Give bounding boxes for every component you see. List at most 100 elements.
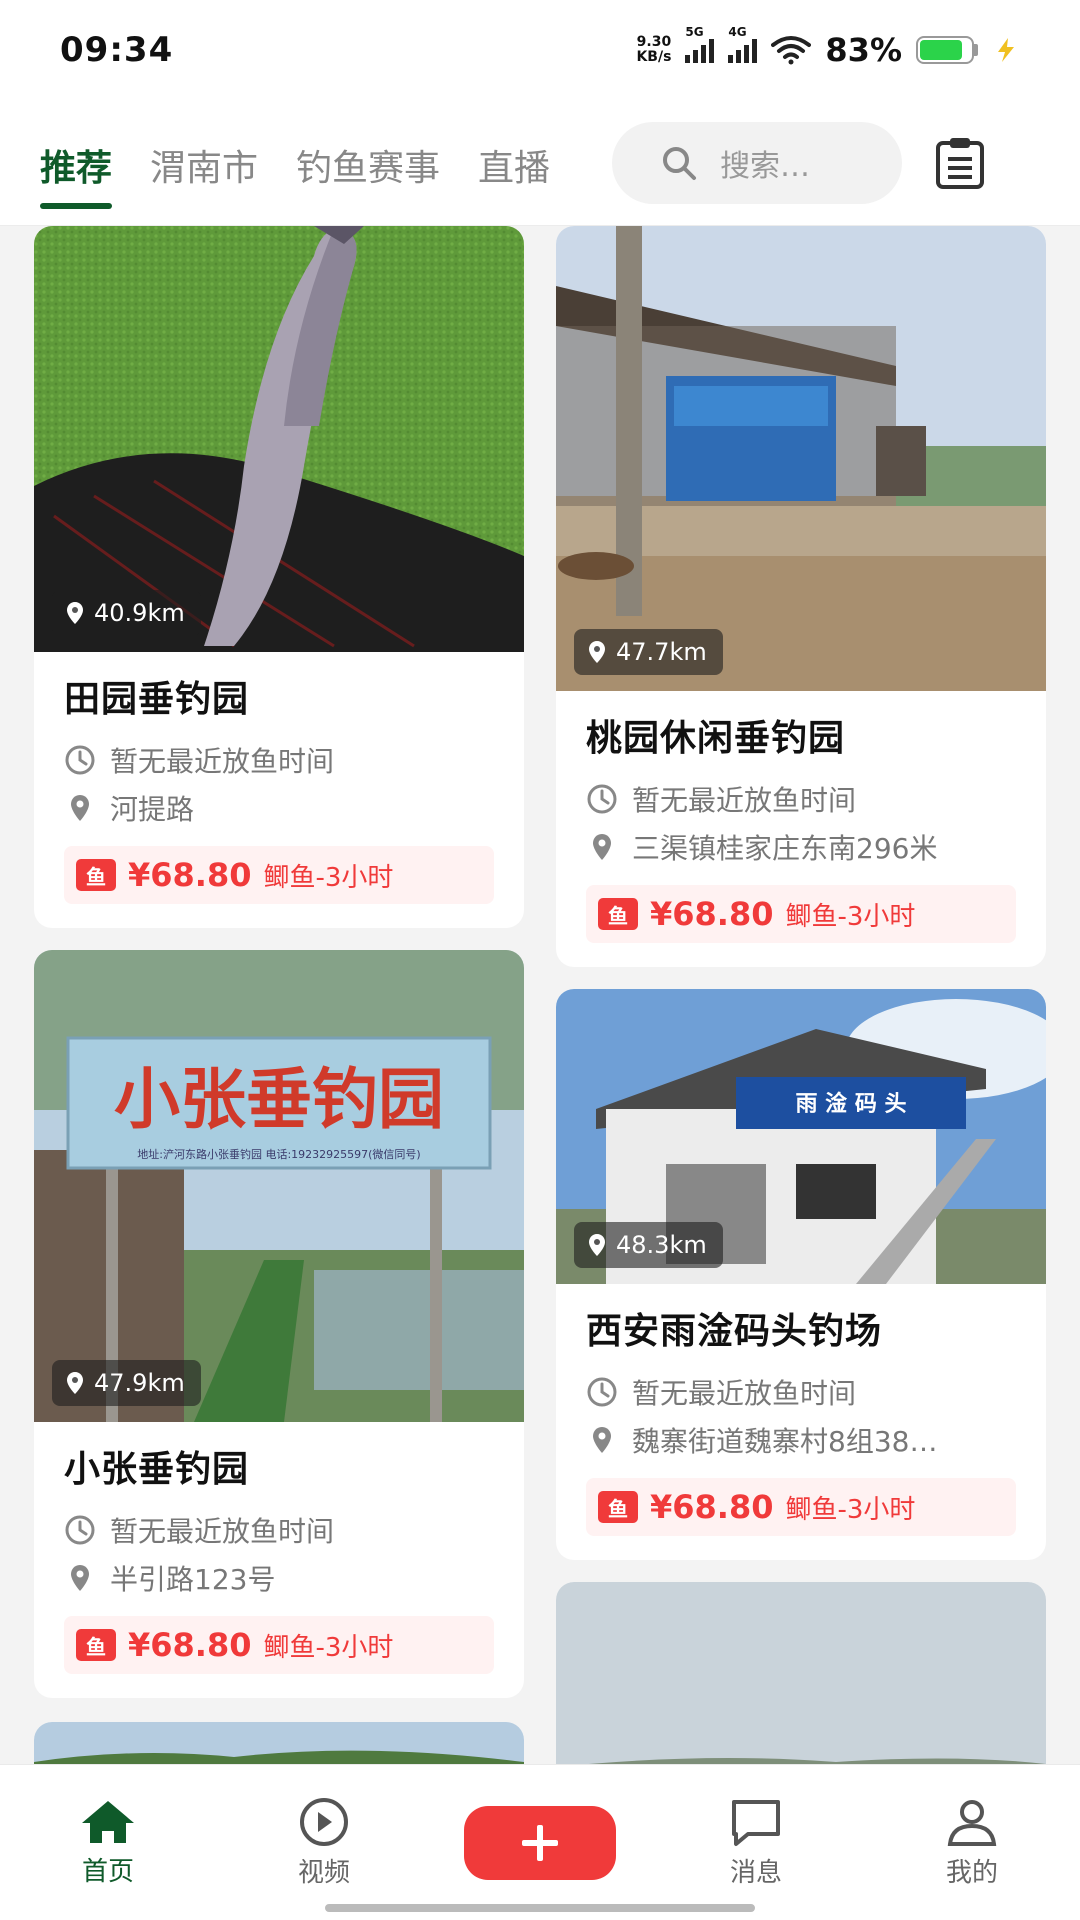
search-placeholder: 搜索… bbox=[720, 148, 811, 184]
tab-live[interactable]: 直播 bbox=[478, 100, 550, 225]
release-time-row: 暂无最近放鱼时间 bbox=[64, 1506, 494, 1554]
location-pin-icon bbox=[71, 795, 89, 821]
spot-name: 田园垂钓园 bbox=[64, 679, 250, 720]
battery-percent: 83% bbox=[825, 31, 902, 69]
network-speed-unit: KB/s bbox=[636, 49, 672, 65]
search-icon bbox=[663, 146, 697, 180]
location-pin-icon bbox=[71, 1565, 89, 1591]
user-icon bbox=[947, 1800, 997, 1846]
network-speed: 9.30 KB/s bbox=[636, 35, 671, 65]
price-row: 鱼 ¥68.80 鲫鱼-3小时 bbox=[586, 885, 1016, 943]
release-time-text: 暂无最近放鱼时间 bbox=[632, 784, 857, 817]
spot-card[interactable]: 40.9km 田园垂钓园 暂无最近放鱼时间 河提路 鱼 ¥68.80 鲫鱼-3小… bbox=[34, 226, 524, 928]
release-time-text: 暂无最近放鱼时间 bbox=[632, 1377, 857, 1410]
fish-tag: 鱼 bbox=[598, 898, 638, 930]
distance-text: 47.7km bbox=[616, 638, 707, 666]
bottom-nav: 首页 视频 消息 我的 bbox=[0, 1764, 1080, 1920]
price-amount: ¥68.80 bbox=[128, 856, 252, 894]
price-row: 鱼 ¥68.80 鲫鱼-3小时 bbox=[64, 846, 494, 904]
nav-add bbox=[432, 1805, 648, 1880]
distance-text: 40.9km bbox=[94, 599, 185, 627]
address-row: 魏寨街道魏寨村8组38… bbox=[586, 1416, 1016, 1464]
battery-icon bbox=[916, 36, 978, 64]
address-text: 三渠镇桂家庄东南296米 bbox=[632, 832, 938, 865]
clock-icon bbox=[587, 784, 617, 814]
nav-video[interactable]: 视频 bbox=[216, 1796, 432, 1889]
spot-photo: 47.7km bbox=[556, 226, 1046, 691]
play-icon bbox=[300, 1798, 348, 1846]
add-button[interactable] bbox=[464, 1805, 616, 1880]
spot-card[interactable]: 小张垂钓园 地址:浐河东路小张垂钓园 电话:19232925597(微信同号) … bbox=[34, 950, 524, 1698]
spot-card[interactable]: 47.7km 桃园休闲垂钓园 暂无最近放鱼时间 三渠镇桂家庄东南296米 鱼 ¥… bbox=[556, 226, 1046, 967]
plus-icon bbox=[522, 1824, 558, 1861]
address-row: 半引路123号 bbox=[64, 1554, 494, 1602]
spot-photo bbox=[34, 1722, 524, 1764]
fish-tag: 鱼 bbox=[598, 1491, 638, 1523]
address-row: 河提路 bbox=[64, 784, 494, 832]
clock-icon bbox=[65, 745, 95, 775]
spot-card-partial[interactable] bbox=[556, 1582, 1046, 1764]
price-desc: 鲫鱼-3小时 bbox=[785, 901, 916, 932]
location-pin-icon bbox=[67, 1372, 83, 1394]
home-indicator bbox=[325, 1904, 755, 1912]
address-text: 魏寨街道魏寨村8组38… bbox=[632, 1425, 938, 1458]
tab-fishing-events[interactable]: 钓鱼赛事 bbox=[296, 100, 440, 225]
location-pin-icon bbox=[593, 834, 611, 860]
release-time-text: 暂无最近放鱼时间 bbox=[110, 745, 335, 778]
price-amount: ¥68.80 bbox=[650, 1488, 774, 1526]
spot-photo bbox=[556, 1582, 1046, 1764]
nav-home-label: 首页 bbox=[81, 1857, 134, 1887]
price-desc: 鲫鱼-3小时 bbox=[263, 1632, 394, 1663]
tab-weinan[interactable]: 渭南市 bbox=[150, 100, 258, 225]
distance-badge: 48.3km bbox=[574, 1222, 723, 1268]
release-time-text: 暂无最近放鱼时间 bbox=[110, 1515, 335, 1548]
price-desc: 鲫鱼-3小时 bbox=[263, 862, 394, 893]
distance-badge: 40.9km bbox=[52, 590, 201, 636]
category-tabs: 推荐 渭南市 钓鱼赛事 直播 bbox=[40, 100, 588, 225]
price-row: 鱼 ¥68.80 鲫鱼-3小时 bbox=[64, 1616, 494, 1674]
spot-feed: 40.9km 田园垂钓园 暂无最近放鱼时间 河提路 鱼 ¥68.80 鲫鱼-3小… bbox=[0, 226, 1080, 1764]
location-pin-icon bbox=[589, 641, 605, 663]
nav-profile-label: 我的 bbox=[945, 1858, 998, 1888]
nav-video-label: 视频 bbox=[297, 1858, 350, 1888]
status-time: 09:34 bbox=[60, 30, 174, 70]
message-icon bbox=[732, 1800, 780, 1846]
app-root: 09:34 9.30 KB/s 5G 4G 83% 推荐 渭南市 钓鱼赛事 直播… bbox=[0, 0, 1080, 1920]
distance-text: 47.9km bbox=[94, 1369, 185, 1397]
fish-tag: 鱼 bbox=[76, 859, 116, 891]
status-icons: 9.30 KB/s 5G 4G 83% bbox=[636, 25, 1020, 69]
spot-name: 西安雨淦码头钓场 bbox=[586, 1311, 883, 1352]
release-time-row: 暂无最近放鱼时间 bbox=[64, 736, 494, 784]
spot-card[interactable]: 雨 淦 码 头 48.3km 西安雨淦码头钓场 暂无最近放鱼时间 魏寨街道魏寨村… bbox=[556, 989, 1046, 1560]
status-bar: 09:34 9.30 KB/s 5G 4G 83% bbox=[0, 0, 1080, 100]
signal-5g-icon: 5G bbox=[685, 25, 715, 63]
release-time-row: 暂无最近放鱼时间 bbox=[586, 1368, 1016, 1416]
distance-badge: 47.9km bbox=[52, 1360, 201, 1406]
address-text: 半引路123号 bbox=[110, 1563, 276, 1596]
price-desc: 鲫鱼-3小时 bbox=[785, 1494, 916, 1525]
clipboard-icon[interactable] bbox=[932, 135, 988, 191]
release-time-row: 暂无最近放鱼时间 bbox=[586, 775, 1016, 823]
search-box[interactable]: 搜索… bbox=[612, 121, 903, 204]
location-pin-icon bbox=[593, 1427, 611, 1453]
sign-subtext: 地址:浐河东路小张垂钓园 电话:19232925597(微信同号) bbox=[137, 1147, 420, 1161]
nav-home[interactable]: 首页 bbox=[0, 1797, 216, 1888]
price-amount: ¥68.80 bbox=[128, 1626, 252, 1664]
distance-text: 48.3km bbox=[616, 1231, 707, 1259]
fish-tag: 鱼 bbox=[76, 1629, 116, 1661]
top-header: 推荐 渭南市 钓鱼赛事 直播 搜索… bbox=[0, 100, 1080, 226]
nav-profile[interactable]: 我的 bbox=[864, 1796, 1080, 1889]
tab-recommend[interactable]: 推荐 bbox=[40, 100, 113, 225]
nav-message[interactable]: 消息 bbox=[648, 1796, 864, 1889]
wifi-icon bbox=[771, 36, 812, 65]
signal-5g-label: 5G bbox=[685, 25, 704, 39]
spot-photo: 40.9km bbox=[34, 226, 524, 652]
spot-name: 桃园休闲垂钓园 bbox=[586, 718, 846, 759]
distance-badge: 47.7km bbox=[574, 629, 723, 675]
spot-photo: 雨 淦 码 头 48.3km bbox=[556, 989, 1046, 1284]
price-row: 鱼 ¥68.80 鲫鱼-3小时 bbox=[586, 1478, 1016, 1536]
nav-message-label: 消息 bbox=[729, 1858, 782, 1888]
clock-icon bbox=[587, 1377, 617, 1407]
spot-photo: 小张垂钓园 地址:浐河东路小张垂钓园 电话:19232925597(微信同号) … bbox=[34, 950, 524, 1422]
spot-card-partial[interactable] bbox=[34, 1722, 524, 1764]
